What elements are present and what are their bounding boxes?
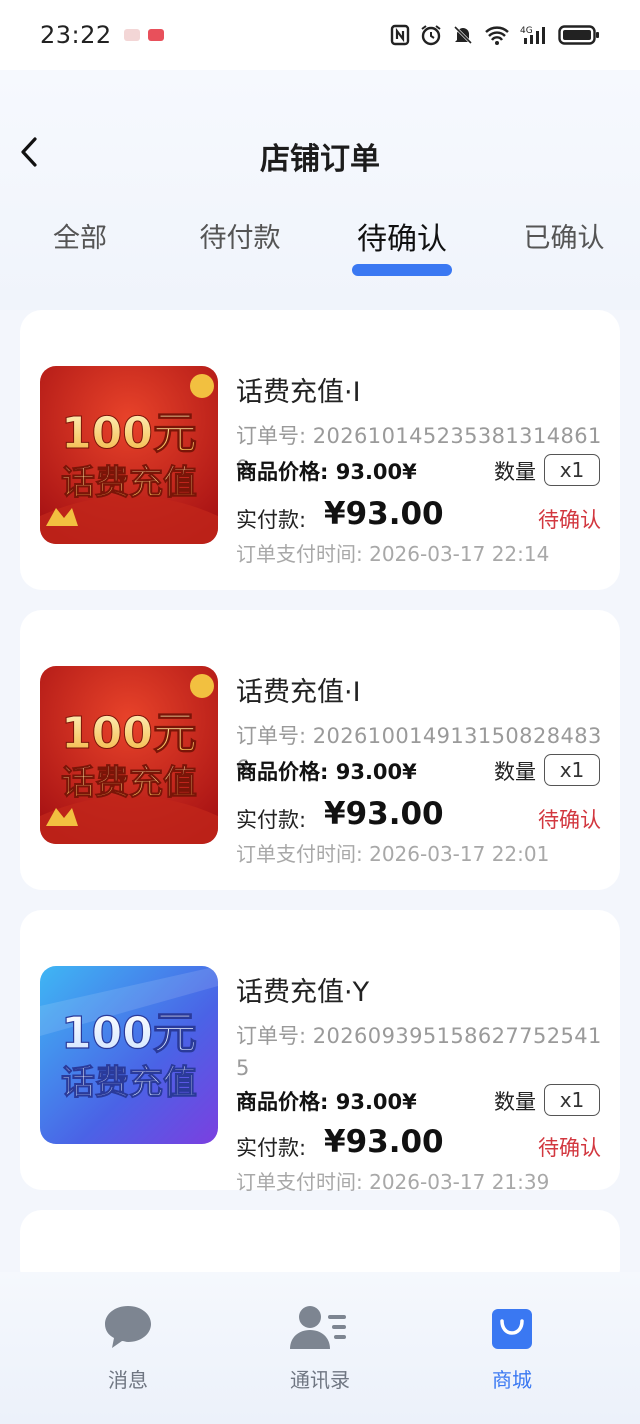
nfc-icon	[390, 24, 410, 46]
product-price: 商品价格: 93.00¥	[236, 756, 417, 786]
order-number-label: 订单号:	[236, 1024, 307, 1048]
page-header: 店铺订单 全部 待付款 待确认 已确认	[0, 70, 640, 310]
alarm-icon	[421, 25, 441, 46]
nav-messages-label: 消息	[108, 1368, 148, 1392]
pay-time-value: 2026-03-17 21:39	[369, 1170, 550, 1194]
app-notification-icon	[123, 29, 140, 41]
order-card[interactable]: 100元 话费充值 话费充值·Y 订单号: 202609395158627752…	[20, 910, 620, 1194]
order-number: 订单号: 20260939515862775254​15	[236, 1020, 608, 1084]
nav-contacts-label: 通讯录	[290, 1368, 350, 1392]
notification-icons	[123, 29, 164, 41]
mute-icon	[453, 25, 473, 45]
active-tab-indicator	[352, 264, 452, 276]
page-title: 店铺订单	[260, 142, 380, 177]
pay-time: 订单支付时间: 2026-03-17 22:14	[236, 538, 549, 567]
quantity-box: x1	[544, 454, 600, 486]
product-name: 话费充值·I	[236, 677, 361, 708]
mail-notification-icon	[147, 29, 164, 41]
status-bar: 23:22 4G	[0, 0, 640, 70]
nav-mall-label: 商城	[492, 1368, 532, 1392]
order-status: 待确认	[538, 1136, 601, 1160]
order-status: 待确认	[538, 508, 601, 532]
price-value: 93.00¥	[335, 460, 417, 484]
thumb-amount-text: 100元	[61, 708, 197, 759]
product-name: 话费充值·I	[236, 377, 361, 408]
price-label: 商品价格:	[236, 460, 329, 484]
order-number-label: 订单号:	[236, 424, 307, 448]
nav-mall[interactable]: 商城	[452, 1302, 572, 1393]
chat-bubble-icon	[105, 1306, 151, 1348]
pay-time: 订单支付时间: 2026-03-17 21:39	[236, 1166, 549, 1195]
battery-icon	[558, 25, 599, 45]
thumb-caption-text: 话费充值	[61, 763, 197, 803]
paid-amount: ¥93.00	[324, 1124, 444, 1160]
paid-label: 实付款:	[236, 1136, 307, 1160]
thumb-amount-text: 100元	[61, 408, 197, 459]
price-label: 商品价格:	[236, 760, 329, 784]
paid-amount: ¥93.00	[324, 796, 444, 832]
paid-label: 实付款:	[236, 808, 307, 832]
tab-pending-payment[interactable]: 待付款	[160, 216, 320, 255]
order-tabs: 全部 待付款 待确认 已确认	[0, 216, 640, 276]
thumb-caption-text: 话费充值	[61, 463, 197, 503]
price-value: 93.00¥	[335, 760, 417, 784]
thumb-amount-text: 100元	[61, 1008, 197, 1059]
product-price: 商品价格: 93.00¥	[236, 456, 417, 486]
order-card[interactable]: 100元 话费充值 话费充值·I 订单号: 202610145235381314…	[20, 310, 620, 590]
paid-label: 实付款:	[236, 508, 307, 532]
pay-time-value: 2026-03-17 22:01	[369, 842, 550, 866]
pay-time-label: 订单支付时间:	[236, 542, 363, 566]
wifi-icon	[485, 26, 509, 45]
thumb-caption-text: 话费充值	[61, 1063, 197, 1103]
svg-text:4G: 4G	[520, 26, 533, 36]
paid-amount: ¥93.00	[324, 496, 444, 532]
product-thumbnail: 100元 话费充值	[40, 966, 218, 1144]
quantity-box: x1	[544, 754, 600, 786]
signal-4g-icon: 4G	[520, 26, 545, 44]
pay-time-label: 订单支付时间:	[236, 842, 363, 866]
order-status: 待确认	[538, 808, 601, 832]
quantity-label: 数量	[494, 760, 536, 784]
shopping-bag-icon	[492, 1309, 532, 1349]
quantity-box: x1	[544, 1084, 600, 1116]
pay-time: 订单支付时间: 2026-03-17 22:01	[236, 838, 549, 867]
status-time: 23:22	[40, 21, 112, 49]
tab-all[interactable]: 全部	[0, 216, 160, 255]
order-card[interactable]: 100元 话费充值 话费充值·I 订单号: 202610014913150828…	[20, 610, 620, 890]
product-price: 商品价格: 93.00¥	[236, 1086, 417, 1116]
nav-contacts[interactable]: 通讯录	[260, 1302, 380, 1393]
quantity-label: 数量	[494, 460, 536, 484]
contacts-icon	[290, 1306, 346, 1349]
pay-time-label: 订单支付时间:	[236, 1170, 363, 1194]
product-thumbnail: 100元 话费充值	[40, 366, 218, 544]
pay-time-value: 2026-03-17 22:14	[369, 542, 550, 566]
nav-messages[interactable]: 消息	[68, 1302, 188, 1393]
status-icons: 4G	[390, 24, 600, 46]
order-number-label: 订单号:	[236, 724, 307, 748]
price-label: 商品价格:	[236, 1090, 329, 1114]
tab-pending-confirm[interactable]: 待确认	[322, 214, 482, 258]
bottom-nav: 消息 通讯录 商城	[0, 1272, 640, 1424]
quantity-label: 数量	[494, 1090, 536, 1114]
price-value: 93.00¥	[335, 1090, 417, 1114]
tab-confirmed[interactable]: 已确认	[484, 216, 640, 255]
product-name: 话费充值·Y	[236, 977, 370, 1008]
product-thumbnail: 100元 话费充值	[40, 666, 218, 844]
